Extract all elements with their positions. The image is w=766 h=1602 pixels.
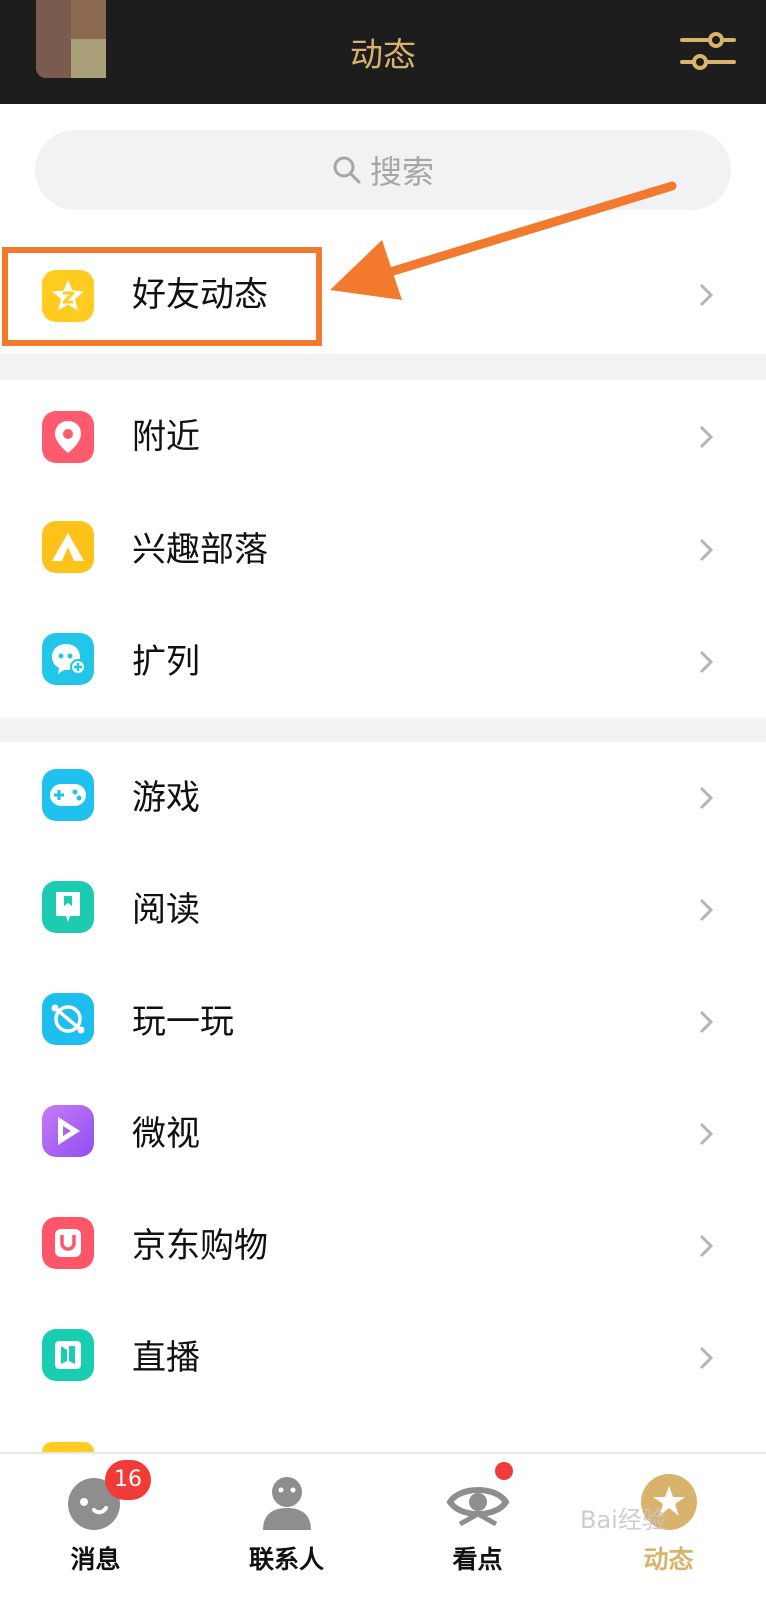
menu-item-live[interactable]: 直播 xyxy=(0,1302,766,1414)
menu-item-interest-tribe[interactable]: 兴趣部落 xyxy=(0,494,766,606)
chevron-right-icon xyxy=(699,1010,714,1034)
menu-item-reading[interactable]: 阅读 xyxy=(0,854,766,966)
menu-item-expand-friends[interactable]: 扩列 xyxy=(0,606,766,718)
person-icon xyxy=(262,1477,311,1530)
menu-group-social: 附近 兴趣部落 扩列 xyxy=(0,380,766,718)
shopping-bag-icon xyxy=(42,1217,94,1269)
tab-contacts[interactable]: 联系人 xyxy=(191,1454,382,1602)
watermark-text: Bai经验 xyxy=(580,1506,666,1534)
menu-item-label: 游戏 xyxy=(132,778,200,818)
tab-messages[interactable]: 16 消息 xyxy=(0,1454,191,1602)
menu-item-label: 附近 xyxy=(132,417,200,457)
menu-item-label: 直播 xyxy=(132,1338,200,1378)
menu-item-label: 玩一玩 xyxy=(132,1002,234,1042)
tent-icon xyxy=(42,521,94,573)
gamepad-icon xyxy=(42,769,94,821)
menu-item-nearby[interactable]: 附近 xyxy=(0,380,766,494)
book-icon xyxy=(42,881,94,933)
notification-dot xyxy=(495,1462,513,1480)
partial-icon xyxy=(42,1442,94,1452)
tab-label: 看点 xyxy=(452,1545,503,1574)
chat-add-icon xyxy=(42,633,94,685)
page-title: 动态 xyxy=(350,35,416,74)
tab-watch[interactable]: 看点 xyxy=(382,1454,573,1602)
menu-item-label: 兴趣部落 xyxy=(132,530,268,570)
menu-item-label: 微视 xyxy=(132,1114,200,1154)
chevron-right-icon xyxy=(699,283,714,307)
live-icon xyxy=(42,1329,94,1381)
menu-group-apps: 游戏 阅读 玩一玩 微视 京东购物 直播 xyxy=(0,742,766,1452)
play-icon xyxy=(42,1105,94,1157)
tab-label: 消息 xyxy=(70,1545,121,1574)
chevron-right-icon xyxy=(699,1346,714,1370)
menu-item-label: 京东购物 xyxy=(132,1226,268,1266)
menu-item-play[interactable]: 玩一玩 xyxy=(0,966,766,1078)
chevron-right-icon xyxy=(699,425,714,449)
unread-badge: 16 xyxy=(105,1460,151,1500)
chevron-right-icon xyxy=(699,1122,714,1146)
menu-item-jd-shopping[interactable]: 京东购物 xyxy=(0,1190,766,1302)
chevron-right-icon xyxy=(699,650,714,674)
chevron-right-icon xyxy=(699,538,714,562)
tab-label: 联系人 xyxy=(248,1545,324,1574)
chevron-right-icon xyxy=(699,786,714,810)
eye-icon xyxy=(445,1487,510,1527)
planet-icon xyxy=(42,993,94,1045)
location-pin-icon xyxy=(42,411,94,463)
chevron-right-icon xyxy=(699,1234,714,1258)
annotation-arrow xyxy=(330,181,677,300)
annotation-highlight-box xyxy=(2,247,322,346)
tab-label: 动态 xyxy=(643,1545,694,1574)
menu-item-label: 扩列 xyxy=(132,642,200,682)
top-bar: 动态 xyxy=(0,0,766,104)
menu-item-label: 阅读 xyxy=(132,890,200,930)
chevron-right-icon xyxy=(699,898,714,922)
menu-item-weishi[interactable]: 微视 xyxy=(0,1078,766,1190)
filter-settings-icon[interactable] xyxy=(678,26,738,76)
menu-item-games[interactable]: 游戏 xyxy=(0,742,766,854)
